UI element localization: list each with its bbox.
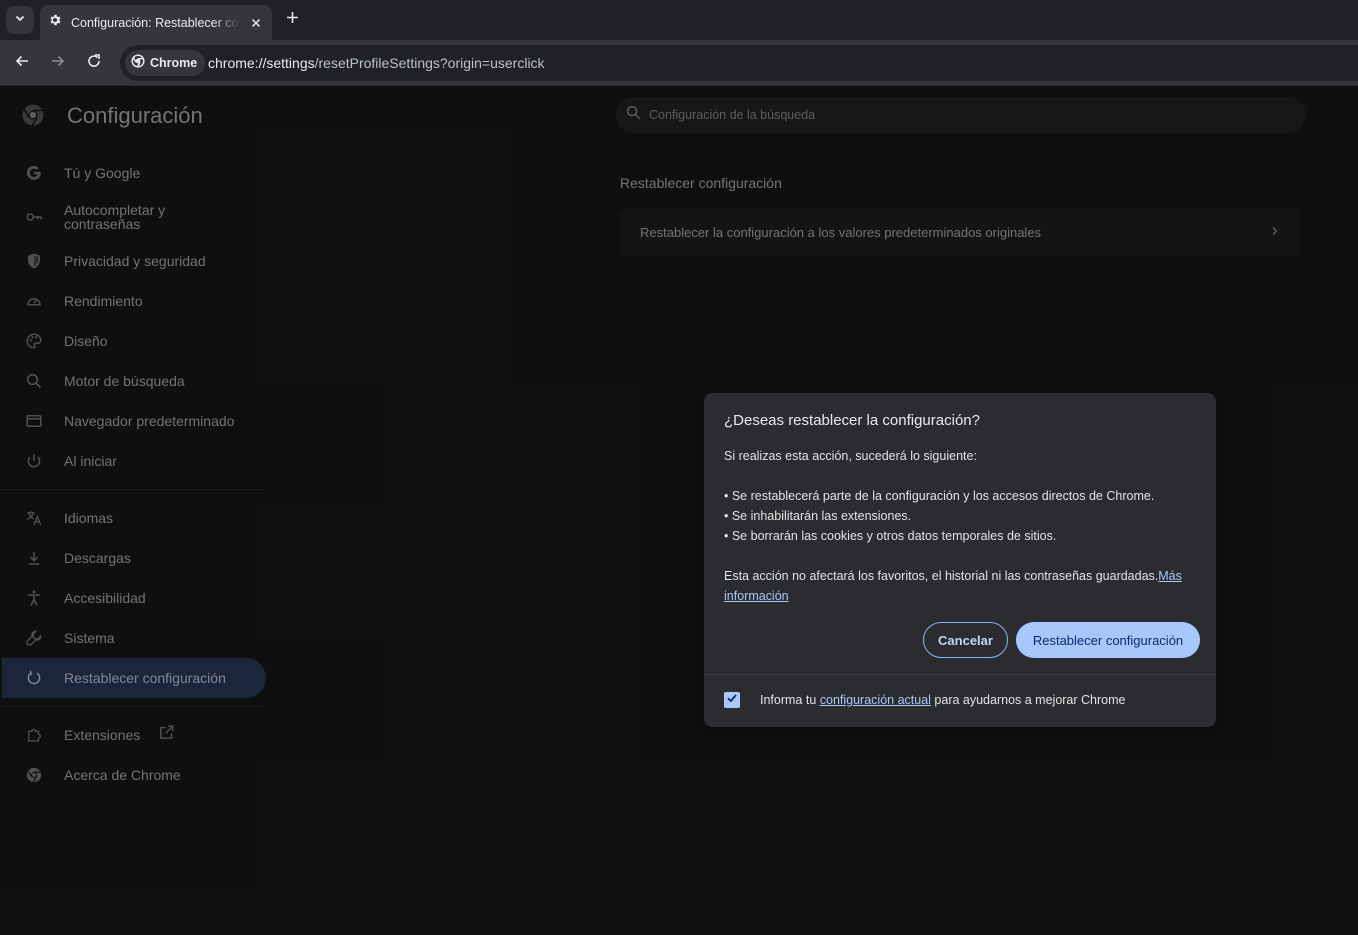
active-tab[interactable]: Configuración: Restablecer configuración (40, 5, 272, 40)
current-settings-link[interactable]: configuración actual (820, 693, 931, 707)
reload-button[interactable] (82, 51, 106, 75)
footer-prefix: Informa tu (760, 693, 820, 707)
reload-icon (86, 53, 102, 74)
plus-icon (286, 11, 299, 29)
close-icon[interactable] (248, 15, 264, 31)
reset-settings-button[interactable]: Restablecer configuración (1016, 622, 1200, 658)
report-settings-label: Informa tu configuración actual para ayu… (760, 693, 1125, 707)
address-bar[interactable]: Chrome chrome://settings/resetProfileSet… (120, 45, 1358, 81)
dialog-divider (704, 674, 1216, 675)
url-path: /resetProfileSettings?origin=userclick (314, 55, 545, 71)
dialog-note: Esta acción no afectará los favoritos, e… (724, 569, 1159, 583)
arrow-right-icon (50, 53, 66, 74)
dialog-bullet: • Se restablecerá parte de la configurac… (724, 489, 1155, 503)
tab-search-button[interactable] (6, 6, 34, 34)
tab-title: Configuración: Restablecer configuración (71, 15, 239, 30)
url-host: chrome://settings (208, 55, 315, 71)
report-settings-checkbox[interactable] (724, 692, 740, 708)
dialog-actions: Cancelar Restablecer configuración (923, 622, 1200, 658)
dialog-note-paragraph: Esta acción no afectará los favoritos, e… (724, 566, 1199, 606)
site-info-chip[interactable]: Chrome (125, 50, 206, 76)
gear-icon (48, 13, 62, 32)
back-button[interactable] (10, 51, 34, 75)
dialog-bullet: • Se inhabilitarán las extensiones. (724, 509, 912, 523)
arrow-left-icon (14, 53, 30, 74)
chip-label: Chrome (150, 56, 198, 70)
dialog-title: ¿Deseas restablecer la configuración? (724, 412, 980, 429)
cancel-button[interactable]: Cancelar (923, 622, 1008, 658)
dialog-intro: Si realizas esta acción, sucederá lo sig… (724, 449, 977, 463)
chevron-down-icon (14, 11, 26, 29)
dialog-bullet: • Se borrarán las cookies y otros datos … (724, 529, 1057, 543)
new-tab-button[interactable] (282, 10, 302, 30)
url-text[interactable]: chrome://settings/resetProfileSettings?o… (208, 55, 545, 71)
checkmark-icon (726, 691, 738, 709)
dialog-body: Si realizas esta acción, sucederá lo sig… (724, 446, 1199, 606)
footer-suffix: para ayudarnos a mejorar Chrome (930, 693, 1126, 707)
tab-strip: Configuración: Restablecer configuración (0, 0, 1358, 40)
forward-button[interactable] (46, 51, 70, 75)
chrome-logo-icon (131, 53, 145, 73)
dialog-footer: Informa tu configuración actual para ayu… (724, 692, 1125, 708)
browser-toolbar: Chrome chrome://settings/resetProfileSet… (0, 40, 1358, 86)
reset-settings-dialog: ¿Deseas restablecer la configuración? Si… (704, 393, 1216, 727)
